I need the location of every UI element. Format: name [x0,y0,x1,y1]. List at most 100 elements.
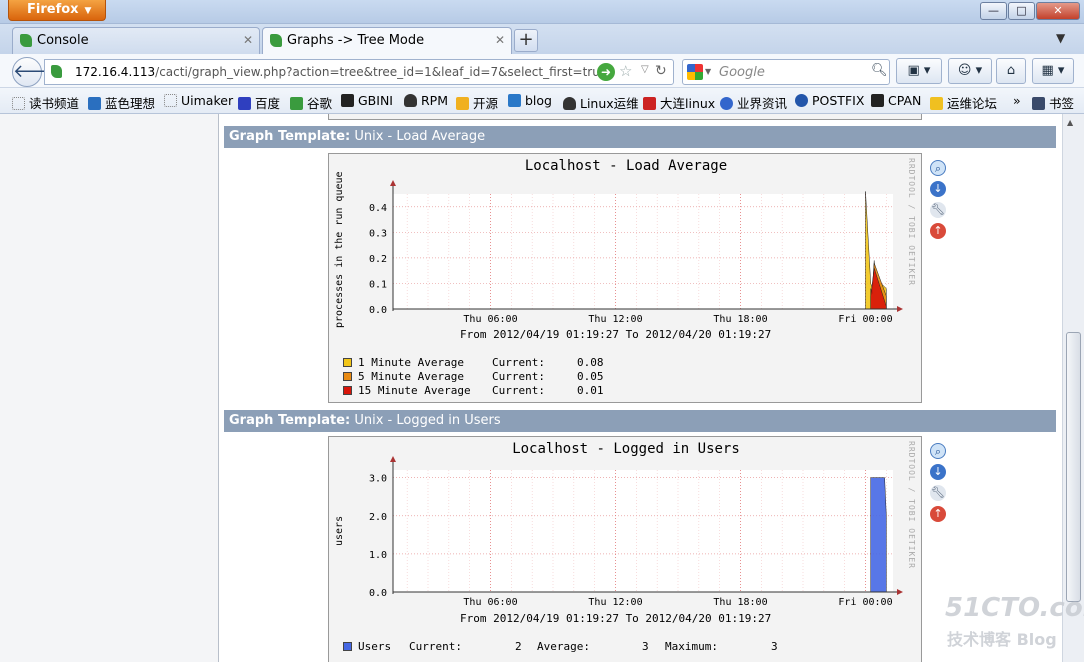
bookmark-item[interactable]: 百度 [238,93,280,112]
legend-current-value: 0.08 [577,356,604,369]
addon-menu-button[interactable]: ☺ ▾ [948,58,992,84]
graph-period: From 2012/04/19 01:19:27 To 2012/04/20 0… [460,328,772,341]
bookmark-item[interactable]: 谷歌 [290,93,332,112]
bookmark-favicon-icon [290,97,303,110]
tab-graphs-tree-mode[interactable]: Graphs -> Tree Mode ✕ [262,27,512,54]
bookmark-favicon-icon [871,94,884,107]
tab-strip: Console ✕ Graphs -> Tree Mode ✕ + ▼ [0,24,1084,54]
extensions-grid-button[interactable]: ▦ ▾ [1032,58,1074,84]
go-top-icon[interactable]: ↑ [930,506,946,522]
bookmark-item[interactable]: RPM [404,93,448,108]
bookmarks-overflow-button[interactable]: » [1013,93,1021,108]
legend-name: Users [358,640,392,653]
firefox-menu-label: Firefox [27,2,79,17]
chevron-down-icon: ▼ [84,6,92,16]
bookmark-item[interactable]: 开源 [456,93,498,112]
bookmark-item[interactable]: blog [508,93,552,108]
history-dropdown-icon[interactable]: ▽ [641,64,649,75]
engine-dropdown-icon[interactable]: ▼ [705,67,711,76]
bookmark-label: 百度 [255,96,281,111]
reload-icon[interactable]: ↻ [655,63,667,79]
scroll-up-arrow-icon[interactable]: ▲ [1067,118,1073,127]
site-watermark-logo: 技术博客 Blog [947,630,1057,649]
csv-export-icon[interactable]: ↓ [930,464,946,480]
cacti-favicon-icon [270,34,282,47]
legend-swatch [343,642,352,651]
logged-in-users-plot: 0.0 1.0 2.0 3.0 Thu 06:00 Thu 12:00 Thu 18:00 F… [369,456,903,608]
legend-swatch [343,386,352,395]
plot-area [393,194,893,309]
bookmark-favicon-icon [643,97,656,110]
search-icon[interactable]: 🔍︎ [871,63,888,78]
bookmark-item[interactable]: 大连linux [643,93,715,112]
bookmark-item[interactable]: 业界资讯 [720,93,787,112]
go-top-icon[interactable]: ↑ [930,223,946,239]
go-arrow-icon[interactable]: ➜ [597,63,615,81]
minimize-button[interactable]: — [980,2,1007,20]
bookmark-item[interactable]: CPAN [871,93,921,108]
bookmark-item[interactable]: Uimaker [164,93,233,108]
scrollbar-thumb[interactable] [1066,332,1081,602]
site-watermark-logo: 51CTO.com [945,593,1084,623]
site-identity-icon[interactable] [51,65,62,78]
maximize-button[interactable]: □ [1008,2,1035,20]
new-tab-button[interactable]: + [514,29,538,52]
legend-current-label: Current: [492,370,545,383]
window-title-bar: Firefox ▼ — □ ✕ [0,0,1084,24]
bookmark-label: CPAN [888,93,922,108]
back-button[interactable]: 🡐 [12,57,61,87]
bookmarks-menu-button[interactable]: 书签 [1032,93,1074,112]
close-tab-icon[interactable]: ✕ [495,33,505,47]
previous-graph-box [328,114,922,120]
tab-console[interactable]: Console ✕ [12,27,260,54]
search-bar[interactable]: ▼ Google 🔍︎ [682,59,890,85]
load-average-graph[interactable]: Localhost - Load Average processes in th… [328,153,922,403]
bookmark-label: 读书频道 [29,96,80,111]
list-all-tabs-icon[interactable]: ▼ [1056,31,1065,45]
bookmark-label: 开源 [473,96,499,111]
x-tick-label: Thu 12:00 [588,597,642,608]
home-button[interactable]: ⌂ [996,58,1026,84]
y-tick-label: 2.0 [369,512,387,523]
navigation-toolbar: 🡐 172.16.4.113/cacti/graph_view.php?acti… [0,54,1084,88]
graph-template-header: Graph Template: Unix - Logged in Users [224,410,1056,432]
csv-export-icon[interactable]: ↓ [930,181,946,197]
bookmark-favicon-icon [341,94,354,107]
bookmark-star-icon[interactable]: ☆ [619,62,632,80]
bookmark-favicon-icon [12,97,25,110]
bookmark-favicon-icon [404,94,417,107]
legend-swatch [343,358,352,367]
bookmarks-star-icon [1032,97,1045,110]
screenshot-tool-button[interactable]: ▣ ▾ [896,58,942,84]
bookmark-label: RPM [421,93,449,108]
google-logo-icon[interactable] [687,64,703,80]
bookmark-item[interactable]: POSTFIX [795,93,864,108]
search-input[interactable]: Google [719,65,765,80]
close-window-button[interactable]: ✕ [1036,2,1080,20]
bookmark-item[interactable]: 运维论坛 [930,93,997,112]
zoom-icon[interactable]: ⌕ [930,160,946,176]
template-name: Unix - Logged in Users [354,413,501,428]
zoom-icon[interactable]: ⌕ [930,443,946,459]
bookmark-label: 谷歌 [307,96,333,111]
bookmark-item[interactable]: Linux运维 [563,93,639,112]
legend-current-value: 0.05 [577,370,604,383]
bookmark-item[interactable]: GBINI [341,93,393,108]
bookmark-favicon-icon [795,94,808,107]
x-tick-label: Thu 06:00 [463,314,517,325]
url-path: /cacti/graph_view.php?action=tree&tree_i… [155,65,608,79]
url-bar[interactable]: 172.16.4.113/cacti/graph_view.php?action… [44,59,674,85]
bookmark-item[interactable]: 读书频道 [12,93,79,112]
bookmark-label: 大连linux [660,96,716,111]
vertical-scrollbar[interactable]: ▲ [1062,114,1084,662]
legend-current-value: 0.01 [577,384,604,397]
properties-icon[interactable]: 🔧︎ [930,202,946,218]
bookmark-label: Uimaker [181,93,234,108]
close-tab-icon[interactable]: ✕ [243,33,253,47]
bookmark-item[interactable]: 蓝色理想 [88,93,155,112]
bookmark-favicon-icon [720,97,733,110]
url-host: 172.16.4.113 [75,65,156,79]
firefox-menu-button[interactable]: Firefox ▼ [8,0,106,21]
properties-icon[interactable]: 🔧︎ [930,485,946,501]
logged-in-users-graph[interactable]: Localhost - Logged in Users users RRDTOO… [328,436,922,662]
